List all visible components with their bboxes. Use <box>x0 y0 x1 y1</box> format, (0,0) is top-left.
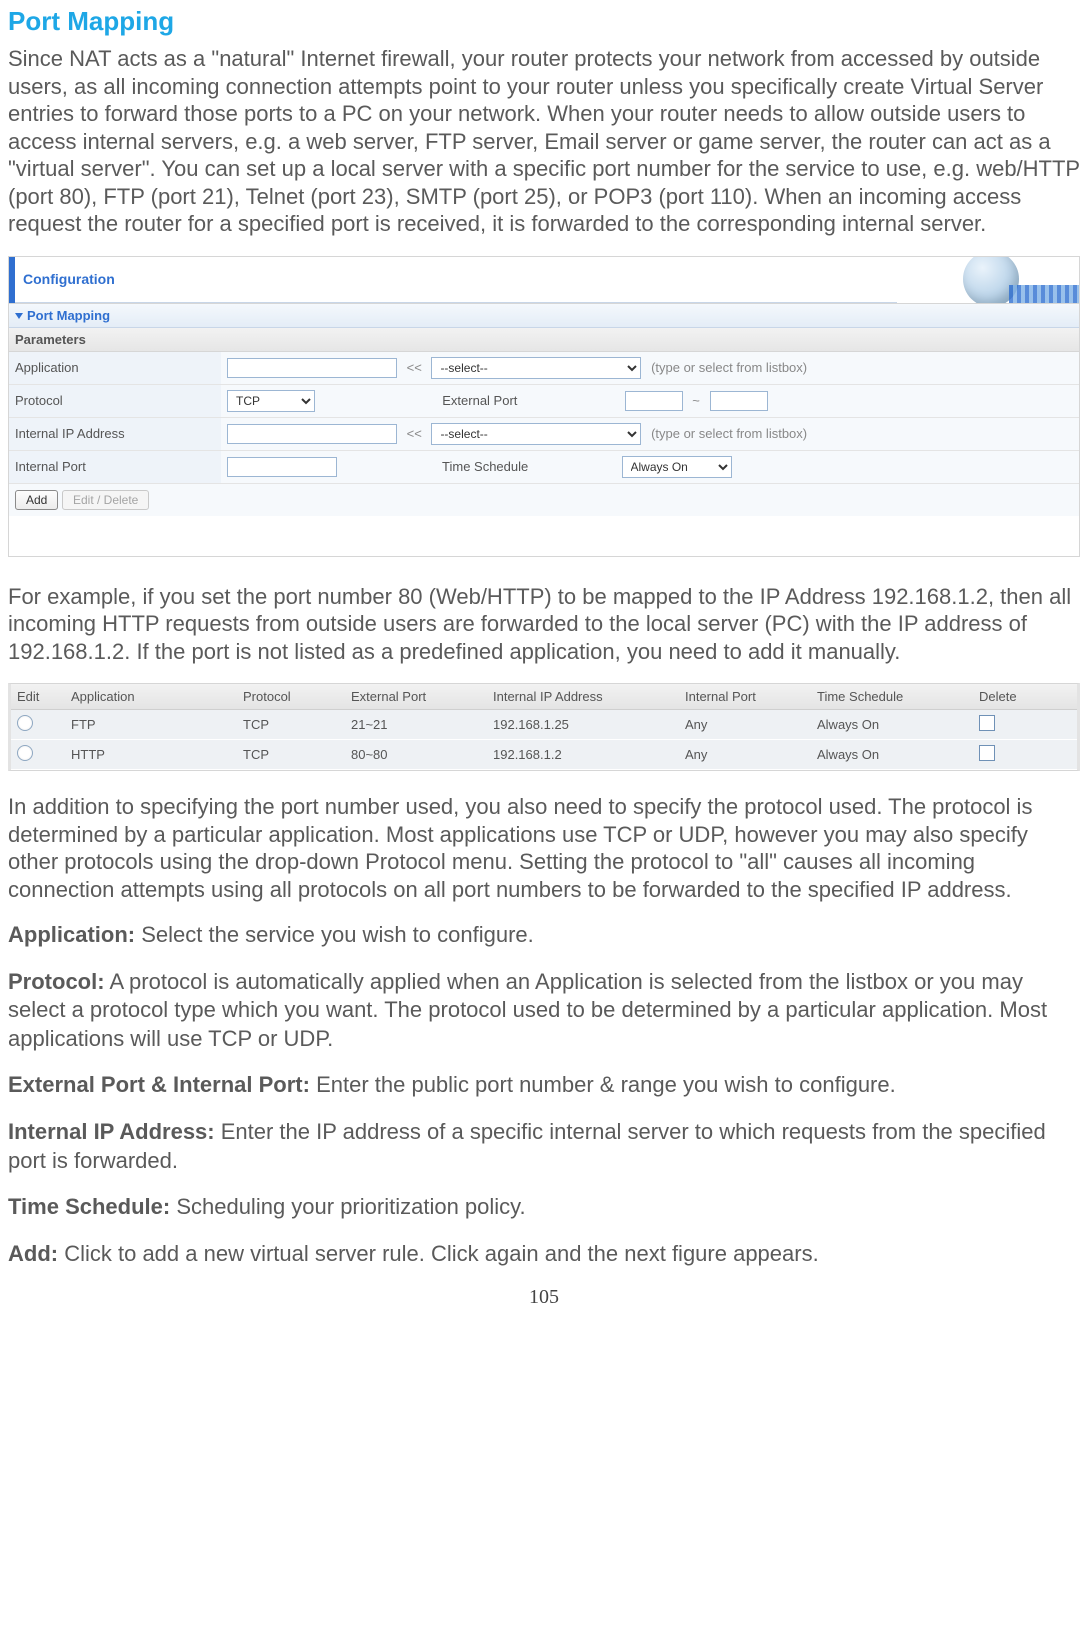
cell-internal-port: Any <box>679 710 811 740</box>
cell-internal-ip: 192.168.1.25 <box>487 710 679 740</box>
table-row: FTP TCP 21~21 192.168.1.25 Any Always On <box>11 710 1077 740</box>
add-button[interactable]: Add <box>15 490 58 510</box>
chevron-down-icon <box>15 313 23 319</box>
protocol-select[interactable]: TCP <box>227 390 315 412</box>
col-time: Time Schedule <box>811 684 973 710</box>
delete-checkbox[interactable] <box>979 715 995 731</box>
col-delete: Delete <box>973 684 1077 710</box>
header-illustration <box>897 257 1079 303</box>
cell-time: Always On <box>811 710 973 740</box>
config-header: Configuration <box>15 257 897 303</box>
copy-left-icon-2: << <box>401 426 428 441</box>
delete-checkbox[interactable] <box>979 745 995 761</box>
parameters-form: Application << --select-- (type or selec… <box>9 352 1079 484</box>
internal-port-input[interactable] <box>227 457 337 477</box>
range-separator: ~ <box>686 393 706 408</box>
example-paragraph: For example, if you set the port number … <box>8 583 1080 666</box>
cell-time: Always On <box>811 740 973 770</box>
rules-list-screenshot: Edit Application Protocol External Port … <box>8 683 1080 771</box>
copy-left-icon: << <box>401 360 428 375</box>
cell-application: HTTP <box>65 740 237 770</box>
section-port-mapping[interactable]: Port Mapping <box>9 304 1079 328</box>
protocol-label: Protocol <box>9 384 221 417</box>
def-internal-ip: Internal IP Address: Enter the IP addres… <box>8 1118 1080 1175</box>
external-port-to[interactable] <box>710 391 768 411</box>
page-title: Port Mapping <box>8 6 1080 37</box>
def-ports: External Port & Internal Port: Enter the… <box>8 1071 1080 1100</box>
cell-external: 21~21 <box>345 710 487 740</box>
parameters-header: Parameters <box>9 328 1079 352</box>
section-label: Port Mapping <box>27 308 110 323</box>
application-select[interactable]: --select-- <box>431 357 641 379</box>
time-schedule-label: Time Schedule <box>442 459 528 474</box>
application-hint: (type or select from listbox) <box>645 360 813 375</box>
intro-paragraph: Since NAT acts as a "natural" Internet f… <box>8 45 1080 238</box>
def-time: Time Schedule: Scheduling your prioritiz… <box>8 1193 1080 1222</box>
col-external: External Port <box>345 684 487 710</box>
application-label: Application <box>9 352 221 385</box>
col-internal-ip: Internal IP Address <box>487 684 679 710</box>
def-protocol: Protocol: A protocol is automatically ap… <box>8 968 1080 1054</box>
edit-delete-button: Edit / Delete <box>62 490 149 510</box>
internal-ip-select[interactable]: --select-- <box>431 423 641 445</box>
cell-protocol: TCP <box>237 740 345 770</box>
cell-application: FTP <box>65 710 237 740</box>
config-screenshot: Configuration Port Mapping Parameters Ap… <box>8 256 1080 557</box>
edit-radio[interactable] <box>17 715 33 731</box>
edit-radio[interactable] <box>17 745 33 761</box>
time-schedule-select[interactable]: Always On <box>622 456 732 478</box>
def-add: Add: Click to add a new virtual server r… <box>8 1240 1080 1269</box>
cell-internal-port: Any <box>679 740 811 770</box>
application-input[interactable] <box>227 358 397 378</box>
table-row: HTTP TCP 80~80 192.168.1.2 Any Always On <box>11 740 1077 770</box>
col-internal-port: Internal Port <box>679 684 811 710</box>
internal-ip-hint: (type or select from listbox) <box>645 426 813 441</box>
cell-protocol: TCP <box>237 710 345 740</box>
cell-external: 80~80 <box>345 740 487 770</box>
internal-port-label: Internal Port <box>9 450 221 483</box>
internal-ip-input[interactable] <box>227 424 397 444</box>
def-application: Application: Select the service you wish… <box>8 921 1080 950</box>
page-number: 105 <box>8 1286 1080 1309</box>
external-port-label: External Port <box>442 393 517 408</box>
col-edit: Edit <box>11 684 65 710</box>
external-port-from[interactable] <box>625 391 683 411</box>
col-application: Application <box>65 684 237 710</box>
post-list-paragraph: In addition to specifying the port numbe… <box>8 793 1080 903</box>
internal-ip-label: Internal IP Address <box>9 417 221 450</box>
col-protocol: Protocol <box>237 684 345 710</box>
cell-internal-ip: 192.168.1.2 <box>487 740 679 770</box>
